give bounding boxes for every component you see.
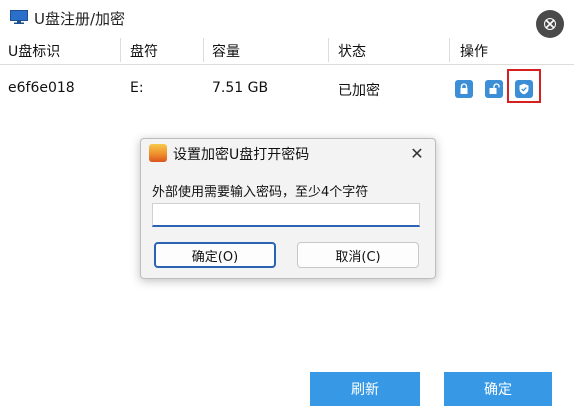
close-button[interactable]: ✕ [407, 143, 427, 163]
password-prompt: 外部使用需要输入密码，至少4个字符 [152, 185, 369, 200]
highlight-frame [507, 69, 541, 103]
password-input[interactable] [152, 203, 420, 227]
table-header: U盘标识 盘符 容量 状态 操作 [0, 36, 574, 65]
lock-icon[interactable] [455, 80, 473, 98]
close-icon: ✕ [410, 143, 424, 163]
cancel-button[interactable]: 取消(C) [297, 242, 419, 268]
confirm-button-label: 确定 [484, 382, 512, 398]
status-cell: 已加密 [338, 83, 380, 99]
title-bar: U盘注册/加密 [0, 0, 574, 34]
column-divider [120, 38, 121, 62]
header-status: 状态 [338, 44, 366, 60]
header-capacity: 容量 [212, 44, 240, 60]
app-icon [149, 144, 167, 162]
capacity-cell: 7.51 GB [212, 80, 269, 96]
drive-cell: E: [130, 80, 144, 96]
header-operation: 操作 [460, 44, 488, 60]
usb-id-cell: e6f6e018 [8, 80, 75, 96]
help-icon [544, 18, 556, 30]
column-divider [328, 38, 329, 62]
dialog-title: 设置加密U盘打开密码 [173, 147, 310, 163]
column-divider [449, 38, 450, 62]
unlock-icon[interactable] [485, 80, 503, 98]
ok-button[interactable]: 确定(O) [154, 242, 276, 268]
confirm-button[interactable]: 确定 [444, 372, 552, 406]
refresh-button-label: 刷新 [351, 382, 379, 398]
column-divider [203, 38, 204, 62]
password-dialog: 设置加密U盘打开密码 ✕ 外部使用需要输入密码，至少4个字符 确定(O) 取消(… [140, 138, 436, 279]
help-button[interactable] [536, 10, 564, 38]
ok-button-label: 确定(O) [191, 249, 239, 265]
monitor-icon [10, 10, 28, 24]
main-window: U盘注册/加密 U盘标识 盘符 容量 状态 操作 e6f6e018 E: 7.5… [0, 0, 574, 418]
header-usb-id: U盘标识 [8, 44, 61, 60]
cancel-button-label: 取消(C) [335, 249, 381, 265]
header-drive: 盘符 [130, 44, 158, 60]
refresh-button[interactable]: 刷新 [310, 372, 420, 406]
window-title: U盘注册/加密 [34, 10, 126, 28]
